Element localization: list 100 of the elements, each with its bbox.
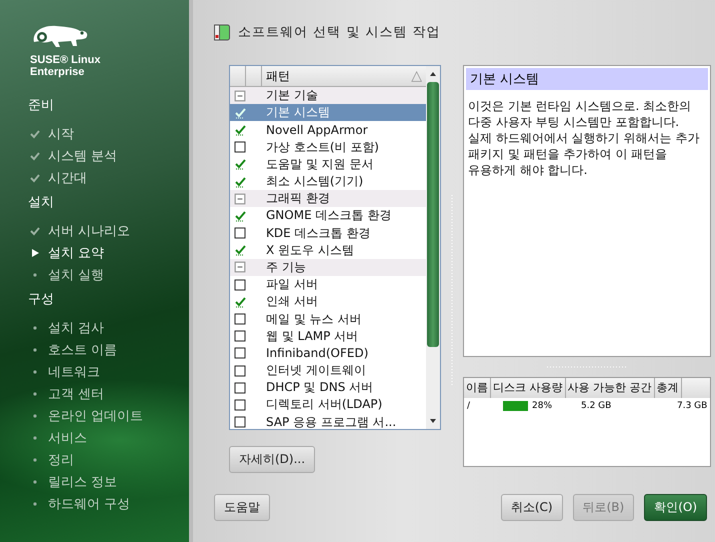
pattern-row[interactable]: 디렉토리 서버(LDAP) <box>230 396 426 414</box>
cancel-button[interactable]: 취소(C) <box>500 494 563 521</box>
pattern-label: 인터넷 게이트웨이 <box>266 362 366 380</box>
pattern-label: 가상 호스트(비 포함) <box>266 138 379 156</box>
pattern-row[interactable]: 인터넷 게이트웨이 <box>230 362 426 380</box>
group-label: 그래픽 환경 <box>266 190 330 208</box>
pattern-row[interactable]: 도움말 및 지원 문서 <box>230 156 426 173</box>
pattern-label: KDE 데스크톱 환경 <box>266 224 370 242</box>
checkbox[interactable] <box>234 364 246 377</box>
collapse-icon[interactable] <box>234 90 246 102</box>
description-heading: 기본 시스템 <box>466 68 708 90</box>
install-check-icon[interactable] <box>234 158 246 170</box>
group-row[interactable]: 그래픽 환경 <box>230 190 426 208</box>
step-label: 설치 실행 <box>48 267 104 284</box>
pattern-label: 파일 서버 <box>266 276 318 294</box>
checkbox[interactable] <box>234 416 246 428</box>
group-label: 주 기능 <box>266 258 306 276</box>
step-label: 서버 시나리오 <box>48 223 130 240</box>
pattern-label: 메일 및 뉴스 서버 <box>266 310 362 328</box>
step-label: 고객 센터 <box>48 386 104 403</box>
pattern-row[interactable]: 메일 및 뉴스 서버 <box>230 310 426 328</box>
pattern-row[interactable]: GNOME 데스크톱 환경 <box>230 207 426 224</box>
details-button[interactable]: 자세히(D)... <box>229 446 316 473</box>
step-label: 네트워크 <box>48 364 100 381</box>
section-heading: 설치 <box>28 194 55 211</box>
check-icon <box>30 151 40 161</box>
pattern-label: 기본 시스템 <box>266 104 330 122</box>
pattern-row[interactable]: DHCP 및 DNS 서버 <box>230 379 426 396</box>
step-label: 서비스 <box>48 430 87 447</box>
package-icon <box>214 23 230 41</box>
pattern-label: GNOME 데스크톱 환경 <box>266 207 392 224</box>
step-label: 시스템 분석 <box>48 148 118 165</box>
pattern-row[interactable]: Infiniband(OFED) <box>230 344 426 362</box>
step-label: 호스트 이름 <box>48 342 118 359</box>
collapse-icon[interactable] <box>234 192 246 205</box>
table-cell-text: 5.2 GB <box>581 401 612 411</box>
step-label: 시작 <box>48 126 74 143</box>
checkbox[interactable] <box>234 382 246 394</box>
pattern-row[interactable]: 웹 및 LAMP 서버 <box>230 328 426 345</box>
checkbox[interactable] <box>234 141 246 154</box>
pattern-row[interactable]: KDE 데스크톱 환경 <box>230 224 426 242</box>
collapse-icon[interactable] <box>234 261 246 274</box>
section-heading: 구성 <box>28 291 55 308</box>
scroll-down-icon[interactable] <box>428 417 438 425</box>
sort-indicator: △ <box>411 68 422 84</box>
pattern-label: X 윈도우 시스템 <box>266 242 354 259</box>
group-row[interactable]: 주 기능 <box>230 258 426 276</box>
scroll-up-icon[interactable] <box>428 70 438 78</box>
checkbox[interactable] <box>234 313 246 326</box>
pattern-label: 도움말 및 지원 문서 <box>266 156 374 173</box>
usage-bar <box>503 401 528 411</box>
step-label: 정리 <box>48 452 74 469</box>
table-cell: 28% <box>532 401 552 411</box>
table-cell: 7.3 GB <box>677 401 708 411</box>
checkbox[interactable] <box>234 330 246 342</box>
step-label: 릴리스 정보 <box>48 474 118 491</box>
pattern-row[interactable]: 가상 호스트(비 포함) <box>230 138 426 156</box>
pattern-row[interactable]: Novell AppArmor <box>230 121 426 139</box>
pattern-row[interactable]: 최소 시스템(기기) <box>230 172 426 190</box>
check-icon <box>30 173 40 183</box>
scrollbar[interactable] <box>426 66 440 429</box>
checkbox[interactable] <box>234 398 246 411</box>
step-label: 설치 검사 <box>48 320 104 337</box>
pattern-label: SAP 응용 프로그램 서... <box>266 414 396 429</box>
pattern-row[interactable]: 파일 서버 <box>230 276 426 294</box>
step-label: 설치 요약 <box>48 245 104 262</box>
column-title: 패턴 <box>266 68 290 84</box>
triangle-icon <box>30 248 40 258</box>
install-check-icon[interactable] <box>234 244 246 256</box>
install-check-icon[interactable] <box>234 176 246 188</box>
checkbox[interactable] <box>234 227 246 240</box>
checkbox[interactable] <box>234 278 246 291</box>
scrollbar-thumb[interactable] <box>427 82 439 347</box>
table-cell-text: / <box>466 401 472 411</box>
splitter-handle[interactable] <box>547 366 627 368</box>
check-icon <box>30 129 40 139</box>
install-check-icon[interactable] <box>234 124 246 136</box>
pattern-row[interactable]: X 윈도우 시스템 <box>230 242 426 259</box>
description-text: 이것은 기본 런타임 시스템으로. 최소한의 다중 사용자 부팅 시스템만 포함합니다. 실제 하드웨어에서 실행하기 위해서는 추가 패키지 및 패턴을 추가하여 이 패턴을 유용하게 해야 합니다. <box>468 98 700 178</box>
ok-button[interactable]: 확인(O) <box>644 494 707 521</box>
column-header[interactable]: 총계 <box>654 378 682 398</box>
install-check-icon[interactable] <box>234 210 246 222</box>
pattern-row[interactable]: 인쇄 서버 <box>230 293 426 310</box>
pattern-label: 웹 및 LAMP 서버 <box>266 328 358 345</box>
step-label: 하드웨어 구성 <box>48 496 130 513</box>
pattern-label: 최소 시스템(기기) <box>266 173 364 190</box>
brand-name: SUSE® Linux Enterprise <box>30 54 102 78</box>
pattern-label: Novell AppArmor <box>266 122 368 137</box>
install-check-icon[interactable] <box>234 296 246 308</box>
page-title: 소프트웨어 선택 및 시스템 작업 <box>238 24 441 41</box>
help-button[interactable]: 도움말 <box>214 494 270 521</box>
column-header[interactable]: 디스크 사용량 <box>491 378 566 398</box>
pattern-row[interactable]: SAP 응용 프로그램 서... <box>230 414 426 429</box>
column-header[interactable]: 이름 <box>464 378 491 398</box>
checkbox[interactable] <box>234 347 246 360</box>
pattern-label: 인쇄 서버 <box>266 293 318 310</box>
group-row[interactable]: 기본 기술 <box>230 87 426 104</box>
pattern-label: 디렉토리 서버(LDAP) <box>266 396 382 414</box>
pattern-label: Infiniband(OFED) <box>266 346 368 360</box>
column-header[interactable]: 사용 가능한 공간 <box>566 378 654 398</box>
